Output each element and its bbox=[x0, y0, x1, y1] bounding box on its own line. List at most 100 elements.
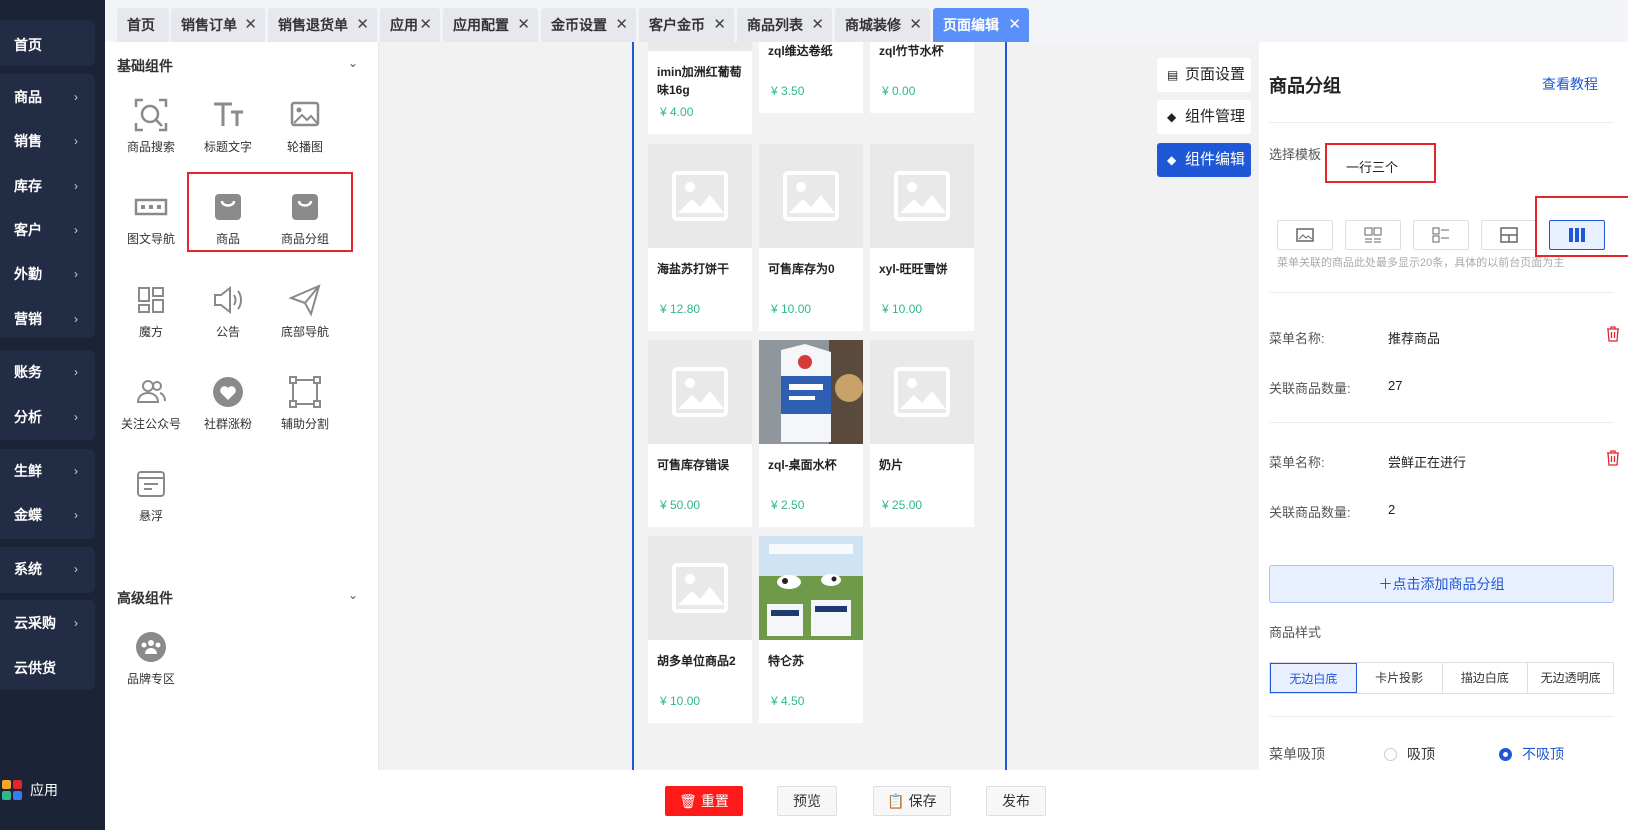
product-card[interactable]: 胡多单位商品2 ¥ 10.00 bbox=[648, 536, 752, 723]
template-hint: 菜单关联的商品此处最多显示20条，具体的以前台页面为主 bbox=[1277, 257, 1565, 269]
sidebar-item-label: 账务 bbox=[14, 364, 42, 380]
side-tab-page-settings[interactable]: ▤ 页面设置 bbox=[1157, 58, 1251, 92]
product-name: zql-桌面水杯 bbox=[768, 458, 837, 472]
menu-name-value[interactable]: 推荐商品 bbox=[1388, 328, 1440, 347]
sidebar-item-cloud-purchase[interactable]: 云采购 › bbox=[14, 611, 94, 635]
sidebar-item-field[interactable]: 外勤 › bbox=[14, 262, 94, 286]
sidebar-item-cloud-supply[interactable]: 云供货 bbox=[14, 656, 94, 680]
phone-preview[interactable]: imin加洲红葡萄味16g ¥ 4.00 zql维达卷纸 ¥ 3.50 zql竹… bbox=[632, 42, 1007, 770]
tab-label: 销售退货单 bbox=[278, 17, 348, 33]
component-magic-cube[interactable]: 魔方 bbox=[111, 279, 191, 340]
trash-icon[interactable] bbox=[1606, 450, 1620, 469]
sidebar-app-button[interactable]: 应用 bbox=[2, 780, 58, 800]
tab-sales-orders[interactable]: 销售订单 ✕ bbox=[171, 8, 265, 42]
product-card[interactable]: 海盐苏打饼干 ¥ 12.80 bbox=[648, 144, 752, 331]
style-option[interactable]: 无边透明底 bbox=[1528, 663, 1613, 693]
tab-page-edit[interactable]: 页面编辑 ✕ bbox=[933, 8, 1029, 42]
sidebar-item-home[interactable]: 首页 bbox=[14, 33, 94, 57]
tab-sales-returns[interactable]: 销售退货单 ✕ bbox=[268, 8, 377, 42]
close-icon[interactable]: ✕ bbox=[356, 8, 369, 42]
component-announcement[interactable]: 公告 bbox=[188, 279, 268, 340]
component-float[interactable]: 悬浮 bbox=[111, 463, 191, 524]
tab-coin-settings[interactable]: 金币设置 ✕ bbox=[541, 8, 636, 42]
product-card[interactable]: 奶片 ¥ 25.00 bbox=[870, 340, 974, 527]
component-divider[interactable]: 辅助分割 bbox=[265, 371, 345, 432]
sidebar-item-marketing[interactable]: 营销 › bbox=[14, 307, 94, 331]
product-card[interactable]: zql-桌面水杯 ¥ 2.50 bbox=[759, 340, 863, 527]
chevron-down-icon[interactable]: ⌄ bbox=[348, 588, 358, 602]
close-icon[interactable]: ✕ bbox=[517, 8, 530, 42]
product-card[interactable]: zql竹节水杯 ¥ 0.00 bbox=[870, 42, 974, 113]
tab-app-config[interactable]: 应用配置 ✕ bbox=[443, 8, 538, 42]
bottom-action-bar: 🗑 重置 预览 📋 保存 发布 bbox=[379, 770, 1628, 830]
component-brand-zone[interactable]: 品牌专区 bbox=[111, 626, 191, 687]
sidebar-item-analysis[interactable]: 分析 › bbox=[14, 405, 94, 429]
component-follow-account[interactable]: 关注公众号 bbox=[111, 371, 191, 432]
mixed-layout-icon[interactable] bbox=[1481, 220, 1537, 250]
chevron-right-icon: › bbox=[74, 267, 78, 281]
component-label: 公告 bbox=[215, 325, 240, 339]
save-button[interactable]: 📋 保存 bbox=[873, 786, 951, 816]
product-card[interactable]: zql维达卷纸 ¥ 3.50 bbox=[759, 42, 863, 113]
trash-icon[interactable] bbox=[1606, 326, 1620, 345]
product-card[interactable]: 特仑苏 ¥ 4.50 bbox=[759, 536, 863, 723]
component-image-nav[interactable]: 图文导航 bbox=[111, 186, 191, 247]
component-product-search[interactable]: 商品搜索 bbox=[111, 94, 191, 155]
chevron-down-icon[interactable]: ⌄ bbox=[348, 56, 358, 70]
tab-customer-coins[interactable]: 客户金币 ✕ bbox=[639, 8, 734, 42]
not-sticky-option[interactable]: 不吸顶 bbox=[1499, 744, 1564, 764]
tutorial-link[interactable]: 查看教程 bbox=[1542, 74, 1598, 94]
product-card[interactable]: imin加洲红葡萄味16g ¥ 4.00 bbox=[648, 42, 752, 134]
publish-button[interactable]: 发布 bbox=[986, 786, 1046, 816]
close-icon[interactable]: ✕ bbox=[419, 8, 432, 42]
close-icon[interactable]: ✕ bbox=[811, 8, 824, 42]
style-option[interactable]: 无边白底 bbox=[1270, 663, 1357, 693]
sidebar-item-customers[interactable]: 客户 › bbox=[14, 218, 94, 242]
side-tab-label: 组件管理 bbox=[1185, 108, 1246, 125]
reset-button[interactable]: 🗑 重置 bbox=[665, 786, 743, 816]
sidebar-item-kingdee[interactable]: 金蝶 › bbox=[14, 503, 94, 527]
component-bottom-nav[interactable]: 底部导航 bbox=[265, 279, 345, 340]
side-tab-component-manage[interactable]: ◆ 组件管理 bbox=[1157, 100, 1251, 134]
sidebar-item-system[interactable]: 系统 › bbox=[14, 557, 94, 581]
product-card[interactable]: 可售库存错误 ¥ 50.00 bbox=[648, 340, 752, 527]
image-placeholder-icon bbox=[870, 340, 974, 444]
sidebar: 首页 商品 › 销售 › 库存 › 客户 › 外勤 › 营销 › 账务 › 分析 › 生鲜 › 金… bbox=[0, 0, 105, 830]
component-carousel[interactable]: 轮播图 bbox=[265, 94, 345, 155]
side-tab-component-edit[interactable]: ◆ 组件编辑 bbox=[1157, 143, 1251, 177]
list-icon[interactable] bbox=[1413, 220, 1469, 250]
close-icon[interactable]: ✕ bbox=[713, 8, 726, 42]
tab-product-list[interactable]: 商品列表 ✕ bbox=[737, 8, 832, 42]
sidebar-item-fresh[interactable]: 生鲜 › bbox=[14, 459, 94, 483]
advanced-components-title: 高级组件 bbox=[117, 590, 173, 606]
product-card[interactable]: 可售库存为0 ¥ 10.00 bbox=[759, 144, 863, 331]
tab-apps[interactable]: 应用 ✕ bbox=[380, 8, 440, 42]
component-title-text[interactable]: 标题文字 bbox=[188, 94, 268, 155]
sidebar-item-goods[interactable]: 商品 › bbox=[14, 85, 94, 109]
component-community[interactable]: 社群涨粉 bbox=[188, 371, 268, 432]
add-product-group-button[interactable]: ＋点击添加商品分组 bbox=[1269, 565, 1614, 603]
product-price: ¥ 4.50 bbox=[771, 694, 805, 708]
cube-grid-icon bbox=[111, 279, 191, 321]
highlight-box bbox=[1325, 143, 1436, 183]
big-image-icon[interactable] bbox=[1277, 220, 1333, 250]
close-icon[interactable]: ✕ bbox=[1008, 8, 1021, 42]
sidebar-item-accounts[interactable]: 账务 › bbox=[14, 360, 94, 384]
sidebar-item-sales[interactable]: 销售 › bbox=[14, 129, 94, 153]
menu-name-value[interactable]: 尝鲜正在进行 bbox=[1388, 452, 1466, 471]
style-option[interactable]: 卡片投影 bbox=[1357, 663, 1443, 693]
tab-bar: 首页 销售订单 ✕ 销售退货单 ✕ 应用 ✕ 应用配置 ✕ 金币设置 ✕ 客户金币 ✕ 商品… bbox=[105, 0, 1628, 42]
tab-home[interactable]: 首页 bbox=[117, 8, 169, 42]
close-icon[interactable]: ✕ bbox=[244, 8, 257, 42]
two-per-row-icon[interactable] bbox=[1345, 220, 1401, 250]
product-card[interactable]: xyl-旺旺雪饼 ¥ 10.00 bbox=[870, 144, 974, 331]
close-icon[interactable]: ✕ bbox=[615, 8, 628, 42]
style-option[interactable]: 描边白底 bbox=[1443, 663, 1529, 693]
sidebar-item-inventory[interactable]: 库存 › bbox=[14, 174, 94, 198]
preview-button[interactable]: 预览 bbox=[777, 786, 837, 816]
tab-mall-decoration[interactable]: 商城装修 ✕ bbox=[835, 8, 930, 42]
close-icon[interactable]: ✕ bbox=[909, 8, 922, 42]
chevron-right-icon: › bbox=[74, 410, 78, 424]
divider bbox=[1269, 422, 1614, 423]
sticky-option[interactable]: 吸顶 bbox=[1384, 744, 1435, 764]
